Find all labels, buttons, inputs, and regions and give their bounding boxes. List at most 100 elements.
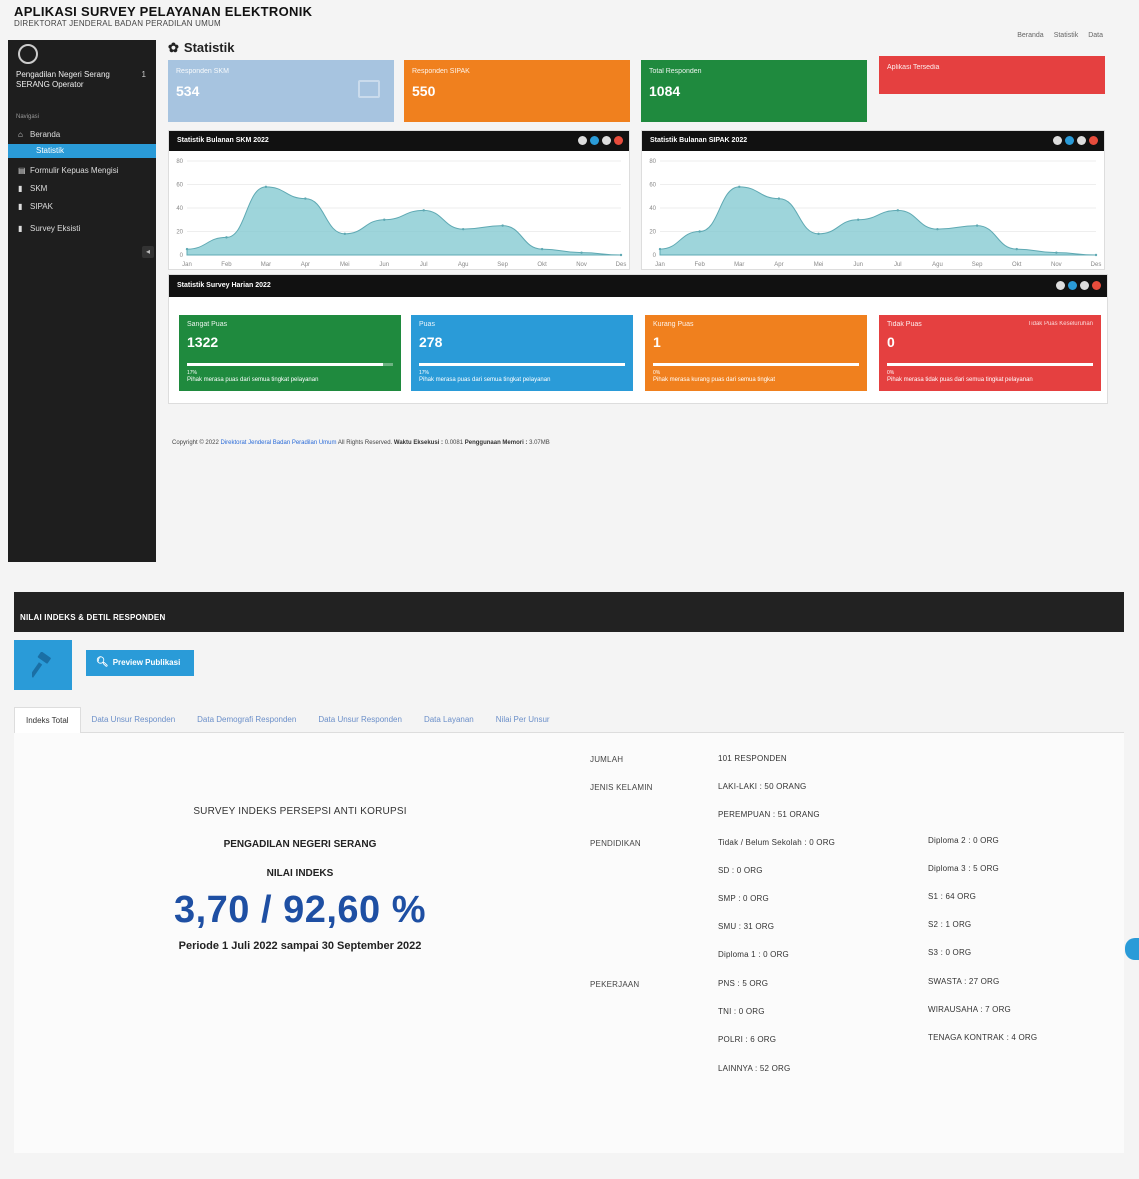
- detail-value: LAKI-LAKI : 50 ORANG: [718, 782, 807, 791]
- tab-data-unsur-responden-2[interactable]: Data Unsur Responden: [307, 707, 413, 733]
- survey-card-percent: 0%: [887, 370, 895, 376]
- progress-bar: [419, 363, 625, 366]
- survey-card-desc: Pihak merasa tidak puas dari semua tingk…: [887, 377, 1033, 383]
- stat-card-label: Responden SKM: [176, 68, 229, 75]
- detail-value: Diploma 1 : 0 ORG: [718, 950, 789, 959]
- stat-card-value: 1084: [649, 83, 681, 99]
- data-point[interactable]: [1015, 247, 1018, 251]
- expand-icon[interactable]: [590, 136, 599, 145]
- survey-card-kurang-puas[interactable]: Kurang Puas 1 0% Pihak merasa kurang pua…: [645, 315, 867, 391]
- file-icon: ▮: [18, 202, 23, 211]
- collapse-icon[interactable]: [1080, 281, 1089, 290]
- detail-value: PEREMPUAN : 51 ORANG: [718, 810, 820, 819]
- data-point[interactable]: [264, 185, 268, 189]
- sidebar-item-label: SKM: [30, 184, 48, 193]
- sidebar-item-skm[interactable]: ▮ SKM: [8, 182, 156, 196]
- data-point[interactable]: [580, 251, 583, 254]
- data-point[interactable]: [936, 227, 939, 231]
- data-point[interactable]: [540, 247, 544, 251]
- survey-card-label: Sangat Puas: [187, 321, 228, 328]
- data-point[interactable]: [817, 232, 820, 236]
- tab-data-unsur-responden[interactable]: Data Unsur Responden: [81, 707, 187, 733]
- chart-panel-sipak: Statistik Bulanan SIPAK 2022 0 20 40 60 80 Ja…: [641, 130, 1105, 270]
- data-point[interactable]: [658, 247, 662, 251]
- form-icon: ▤: [18, 166, 26, 175]
- tab-indeks-total[interactable]: Indeks Total: [14, 707, 81, 733]
- stat-card-sipak[interactable]: Responden SIPAK 550: [404, 60, 630, 122]
- data-point[interactable]: [461, 227, 465, 231]
- sidebar-section-label: Navigasi: [16, 114, 40, 120]
- data-point[interactable]: [896, 209, 900, 212]
- chart-title: Statistik Bulanan SIPAK 2022: [642, 131, 1104, 151]
- sidebar-collapse-icon[interactable]: ◂: [142, 246, 154, 258]
- x-tick-label: Mei: [814, 262, 824, 268]
- stat-card-aplikasi[interactable]: Aplikasi Tersedia: [879, 56, 1105, 94]
- top-link-statistik[interactable]: Statistik: [1054, 32, 1079, 39]
- index-period: Periode 1 Juli 2022 sampai 30 September …: [178, 940, 422, 952]
- x-tick-label: Jul: [420, 262, 428, 268]
- data-point[interactable]: [619, 253, 623, 257]
- survey-card-puas[interactable]: Puas 278 17% Pihak merasa puas dari semu…: [411, 315, 633, 391]
- collapse-icon[interactable]: [1077, 136, 1086, 145]
- detail-value: SMU : 31 ORG: [718, 922, 775, 931]
- close-icon[interactable]: [614, 136, 623, 145]
- data-point[interactable]: [738, 185, 741, 189]
- data-point[interactable]: [185, 247, 189, 251]
- index-summary: SURVEY INDEKS PERSEPSI ANTI KORUPSI PENG…: [140, 806, 460, 952]
- x-tick-label: Nov: [576, 262, 587, 268]
- data-point[interactable]: [856, 218, 860, 221]
- close-icon[interactable]: [1089, 136, 1098, 145]
- data-point[interactable]: [1094, 253, 1098, 257]
- x-tick-label: Mar: [734, 262, 744, 268]
- detail-key-pekerjaan: PEKERJAAN: [590, 980, 640, 989]
- data-point[interactable]: [1055, 251, 1058, 254]
- sidebar-item-statistik[interactable]: Statistik: [8, 144, 156, 158]
- survey-card-sangat-puas[interactable]: Sangat Puas 1322 17% Pihak merasa puas d…: [179, 315, 401, 391]
- survey-card-percent: 17%: [419, 370, 430, 376]
- data-point[interactable]: [975, 224, 979, 227]
- data-point[interactable]: [777, 197, 781, 200]
- detail-value: S2 : 1 ORG: [928, 920, 972, 929]
- top-link-beranda[interactable]: Beranda: [1017, 32, 1043, 39]
- refresh-icon[interactable]: [578, 136, 587, 145]
- sidebar-item-beranda[interactable]: ⌂ Beranda: [8, 128, 156, 142]
- sidebar-item-formulir[interactable]: ▤ Formulir Kepuas Mengisi: [8, 164, 156, 178]
- survey-card-label: Puas: [419, 321, 435, 328]
- progress-fill: [187, 363, 383, 366]
- data-point[interactable]: [698, 230, 701, 233]
- data-point[interactable]: [225, 236, 228, 239]
- refresh-icon[interactable]: [1056, 281, 1065, 290]
- close-icon[interactable]: [1092, 281, 1101, 290]
- data-point[interactable]: [304, 197, 307, 200]
- expand-icon[interactable]: [1068, 281, 1077, 290]
- y-tick-label: 80: [649, 159, 656, 165]
- sidebar-item-sipak[interactable]: ▮ SIPAK: [8, 200, 156, 214]
- collapse-icon[interactable]: [602, 136, 611, 145]
- tab-data-demografi[interactable]: Data Demografi Responden: [186, 707, 307, 733]
- sidebar-item-survey[interactable]: ▮ Survey Eksisti: [8, 222, 156, 236]
- stat-card-total[interactable]: Total Responden 1084: [641, 60, 867, 122]
- tab-data-layanan[interactable]: Data Layanan: [413, 707, 485, 733]
- preview-publikasi-button[interactable]: 🔍︎ Preview Publikasi: [86, 650, 194, 676]
- scroll-top-button[interactable]: [1125, 938, 1139, 960]
- stat-card-skm[interactable]: Responden SKM 534: [168, 60, 394, 122]
- data-point[interactable]: [343, 232, 347, 236]
- stat-card-label: Aplikasi Tersedia: [887, 64, 940, 71]
- copyright-link[interactable]: Direktorat Jenderal Badan Peradilan Umum: [220, 440, 336, 446]
- refresh-icon[interactable]: [1053, 136, 1062, 145]
- expand-icon[interactable]: [1065, 136, 1074, 145]
- survey-card-tidak-puas[interactable]: Tidak Puas Tidak Puas Keseluruhan 0 0% P…: [879, 315, 1101, 391]
- detail-value: S1 : 64 ORG: [928, 892, 976, 901]
- survey-card-percent: 0%: [653, 370, 661, 376]
- survey-card-desc: Pihak merasa kurang puas dari semua ting…: [653, 377, 776, 383]
- notification-badge[interactable]: 1: [142, 70, 146, 79]
- avatar[interactable]: [18, 44, 38, 64]
- survey-card-right-label: Tidak Puas Keseluruhan: [1027, 321, 1093, 327]
- top-link-data[interactable]: Data: [1088, 32, 1103, 39]
- index-label: NILAI INDEKS: [266, 868, 334, 879]
- data-point[interactable]: [501, 224, 504, 227]
- data-point[interactable]: [383, 218, 386, 221]
- calendar-icon: [358, 80, 380, 98]
- tab-nilai-per-unsur[interactable]: Nilai Per Unsur: [485, 707, 561, 733]
- data-point[interactable]: [422, 209, 425, 212]
